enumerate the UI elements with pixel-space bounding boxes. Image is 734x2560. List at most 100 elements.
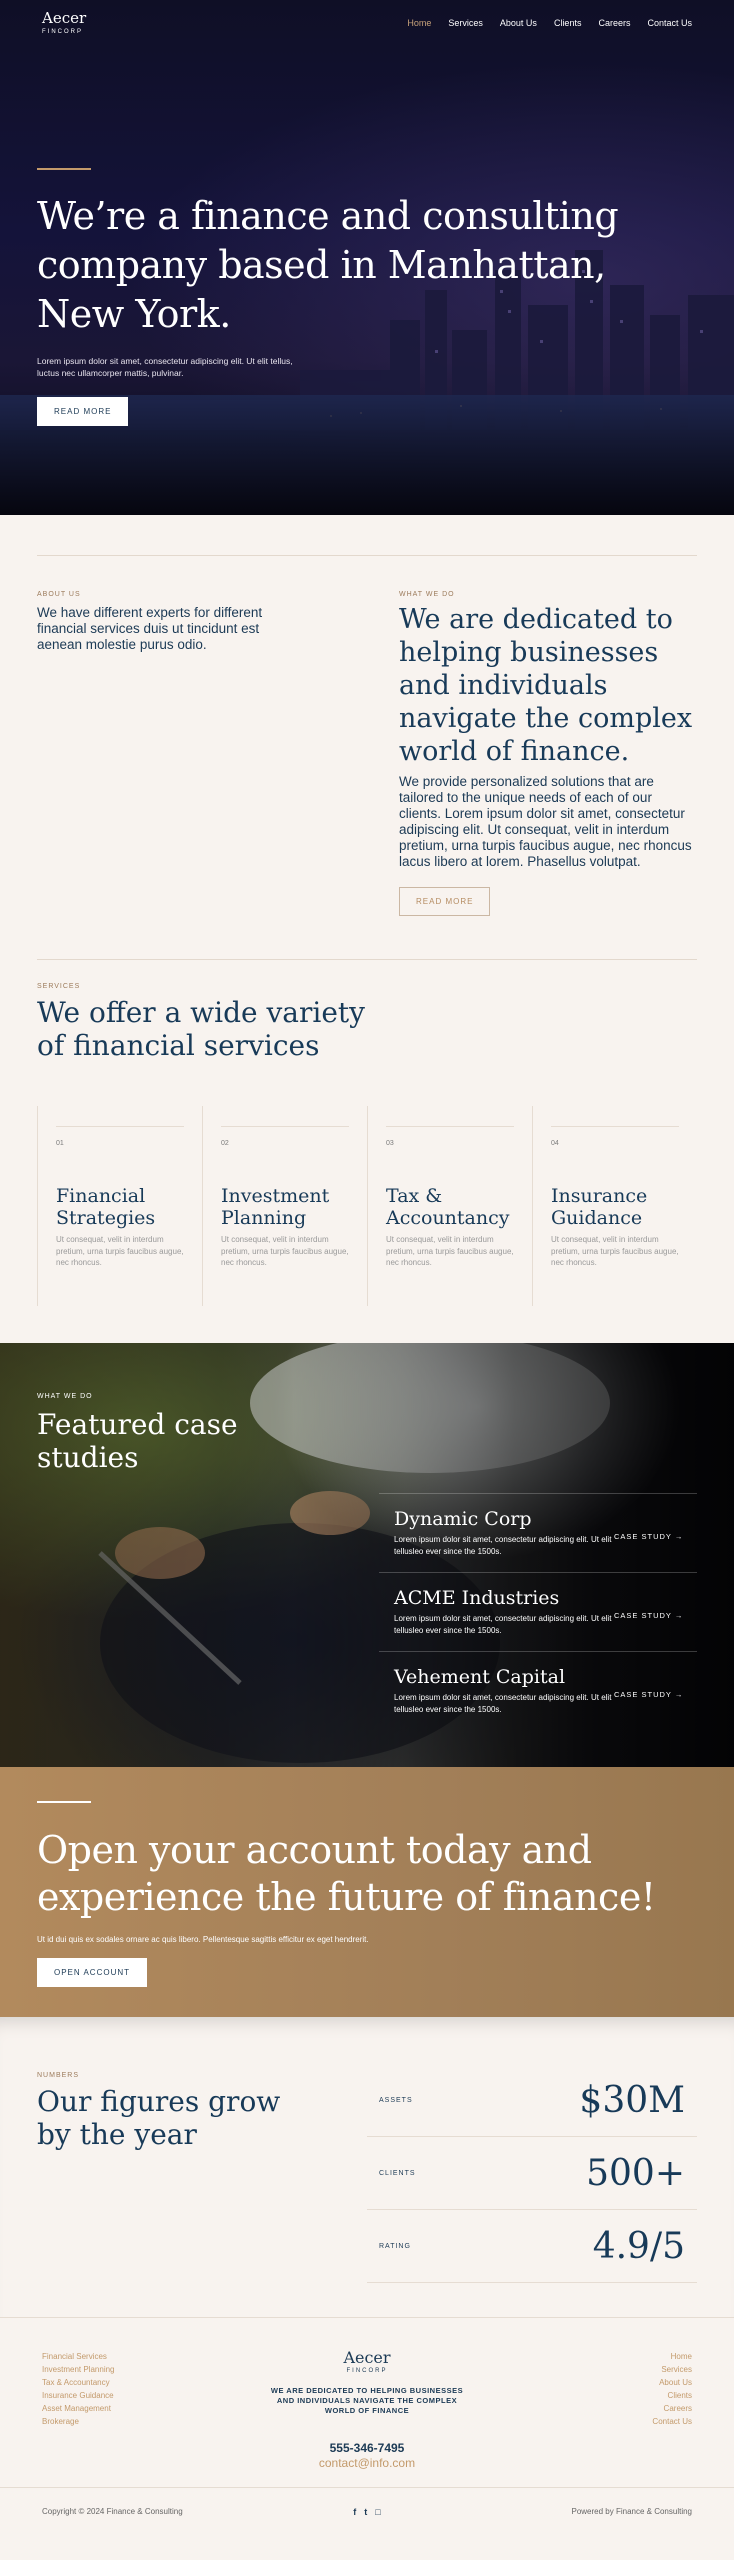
cta-text: Ut id dui quis ex sodales ornare ac quis…: [37, 1935, 369, 1944]
hero-title: We’re a finance and consulting company b…: [37, 194, 619, 336]
about-eyebrow: ABOUT US: [37, 591, 81, 598]
footer-link[interactable]: Services: [652, 2363, 692, 2376]
service-number: 04: [551, 1140, 559, 1147]
case-text: Lorem ipsum dolor sit amet, consectetur …: [394, 1535, 612, 1556]
footer-link[interactable]: Contact Us: [652, 2415, 692, 2428]
service-card[interactable]: 01 Financial Strategies Ut consequat, ve…: [37, 1106, 202, 1306]
hero-text: Lorem ipsum dolor sit amet, consectetur …: [37, 356, 293, 378]
about-read-more-button[interactable]: READ MORE: [399, 887, 491, 916]
nav-services[interactable]: Services: [448, 18, 483, 28]
case-study-item[interactable]: Vehement Capital Lorem ipsum dolor sit a…: [379, 1651, 697, 1730]
stat-value: 4.9/5: [592, 2225, 685, 2267]
logo-name: Aecer: [42, 8, 87, 27]
footer-center: Aecer FINCORP WE ARE DEDICATED TO HELPIN…: [0, 2348, 734, 2470]
service-number: 01: [56, 1140, 64, 1147]
service-card[interactable]: 03 Tax & Accountancy Ut consequat, velit…: [367, 1106, 532, 1306]
case-study-item[interactable]: Dynamic Corp Lorem ipsum dolor sit amet,…: [379, 1493, 697, 1572]
services-section: SERVICES We offer a wide variety of fina…: [0, 960, 734, 1343]
logo[interactable]: Aecer FINCORP: [42, 8, 87, 35]
stat-row: ASSETS $30M: [367, 2064, 697, 2137]
footer-logo[interactable]: Aecer FINCORP: [0, 2348, 734, 2374]
arrow-right-icon: →: [674, 1690, 684, 1699]
case-title: Dynamic Corp: [394, 1508, 532, 1530]
twitter-icon[interactable]: t: [364, 2507, 367, 2517]
what-we-do-eyebrow: WHAT WE DO: [399, 591, 455, 598]
footer-link[interactable]: About Us: [652, 2376, 692, 2389]
logo-sub: FINCORP: [42, 28, 83, 35]
social-links: f t □: [353, 2507, 380, 2517]
case-studies-section: WHAT WE DO Featured case studies Dynamic…: [0, 1343, 734, 1767]
service-text: Ut consequat, velit in interdum pretium,…: [551, 1235, 679, 1267]
nav-contact-us[interactable]: Contact Us: [647, 18, 692, 28]
service-text: Ut consequat, velit in interdum pretium,…: [56, 1235, 184, 1267]
stat-value: 500+: [586, 2152, 685, 2194]
footer-link[interactable]: Clients: [652, 2389, 692, 2402]
footer-tagline: WE ARE DEDICATED TO HELPING BUSINESSES A…: [270, 2386, 464, 2415]
services-heading: We offer a wide variety of financial ser…: [37, 996, 365, 1062]
arrow-right-icon: →: [674, 1532, 684, 1541]
numbers-eyebrow: NUMBERS: [37, 2072, 80, 2079]
numbers-section: NUMBERS Our figures grow by the year ASS…: [0, 2017, 734, 2317]
nav-about-us[interactable]: About Us: [500, 18, 537, 28]
cta-section: Open your account today and experience t…: [0, 1767, 734, 2017]
footer-nav-links: Home Services About Us Clients Careers C…: [652, 2350, 692, 2428]
cases-heading: Featured case studies: [37, 1408, 238, 1474]
case-study-link[interactable]: CASE STUDY →: [614, 1611, 698, 1651]
footer-link[interactable]: Careers: [652, 2402, 692, 2415]
copyright: Copyright © 2024 Finance & Consulting: [42, 2507, 183, 2516]
arrow-right-icon: →: [674, 1611, 684, 1620]
about-lead: We have different experts for different …: [37, 605, 263, 652]
service-title: Tax & Accountancy: [386, 1185, 510, 1229]
main-menu: Home Services About Us Clients Careers C…: [407, 18, 692, 28]
instagram-icon[interactable]: □: [375, 2507, 380, 2517]
case-title: Vehement Capital: [394, 1666, 566, 1688]
case-list: Dynamic Corp Lorem ipsum dolor sit amet,…: [379, 1493, 697, 1730]
top-nav: Aecer FINCORP Home Services About Us Cli…: [0, 0, 734, 45]
service-title: Insurance Guidance: [551, 1185, 648, 1229]
footer-phone[interactable]: 555-346-7495: [0, 2441, 734, 2455]
footer-link[interactable]: Home: [652, 2350, 692, 2363]
facebook-icon[interactable]: f: [353, 2507, 356, 2517]
service-text: Ut consequat, velit in interdum pretium,…: [221, 1235, 349, 1267]
service-number: 02: [221, 1140, 229, 1147]
service-card[interactable]: 02 Investment Planning Ut consequat, vel…: [202, 1106, 367, 1306]
open-account-button[interactable]: OPEN ACCOUNT: [37, 1958, 148, 1987]
footer: Financial Services Investment Planning T…: [0, 2317, 734, 2487]
nav-clients[interactable]: Clients: [554, 18, 582, 28]
stat-label: ASSETS: [379, 2096, 413, 2104]
footer-email[interactable]: contact@info.com: [0, 2456, 734, 2470]
divider: [37, 959, 697, 960]
stat-row: RATING 4.9/5: [367, 2210, 697, 2283]
about-body: We provide personalized solutions that a…: [399, 774, 692, 869]
numbers-heading: Our figures grow by the year: [37, 2085, 281, 2151]
hero-section: Aecer FINCORP Home Services About Us Cli…: [0, 0, 734, 515]
service-title: Financial Strategies: [56, 1185, 156, 1229]
footer-bottom-bar: Copyright © 2024 Finance & Consulting f …: [0, 2487, 734, 2535]
divider: [37, 555, 697, 556]
service-title: Investment Planning: [221, 1185, 330, 1229]
read-more-button[interactable]: READ MORE: [37, 397, 129, 426]
case-study-item[interactable]: ACME Industries Lorem ipsum dolor sit am…: [379, 1572, 697, 1651]
stat-label: RATING: [379, 2242, 411, 2250]
nav-home[interactable]: Home: [407, 18, 431, 28]
about-heading: We are dedicated to helping businesses a…: [399, 604, 693, 767]
service-number: 03: [386, 1140, 394, 1147]
case-text: Lorem ipsum dolor sit amet, consectetur …: [394, 1614, 612, 1635]
cases-eyebrow: WHAT WE DO: [37, 1393, 93, 1400]
services-grid: 01 Financial Strategies Ut consequat, ve…: [37, 1106, 697, 1306]
service-text: Ut consequat, velit in interdum pretium,…: [386, 1235, 514, 1267]
about-section: ABOUT US We have different experts for d…: [0, 515, 734, 960]
cta-heading: Open your account today and experience t…: [37, 1828, 656, 1919]
service-card[interactable]: 04 Insurance Guidance Ut consequat, veli…: [532, 1106, 697, 1306]
case-study-link[interactable]: CASE STUDY →: [614, 1532, 698, 1572]
nav-careers[interactable]: Careers: [598, 18, 630, 28]
services-eyebrow: SERVICES: [37, 983, 81, 990]
stat-label: CLIENTS: [379, 2169, 416, 2177]
hero-accent-line: [37, 168, 91, 170]
stat-row: CLIENTS 500+: [367, 2137, 697, 2210]
case-study-link[interactable]: CASE STUDY →: [614, 1690, 698, 1730]
cta-accent-line: [37, 1801, 91, 1803]
hero-content: We’re a finance and consulting company b…: [37, 168, 697, 426]
stat-value: $30M: [579, 2079, 685, 2121]
powered-by: Powered by Finance & Consulting: [571, 2507, 692, 2516]
